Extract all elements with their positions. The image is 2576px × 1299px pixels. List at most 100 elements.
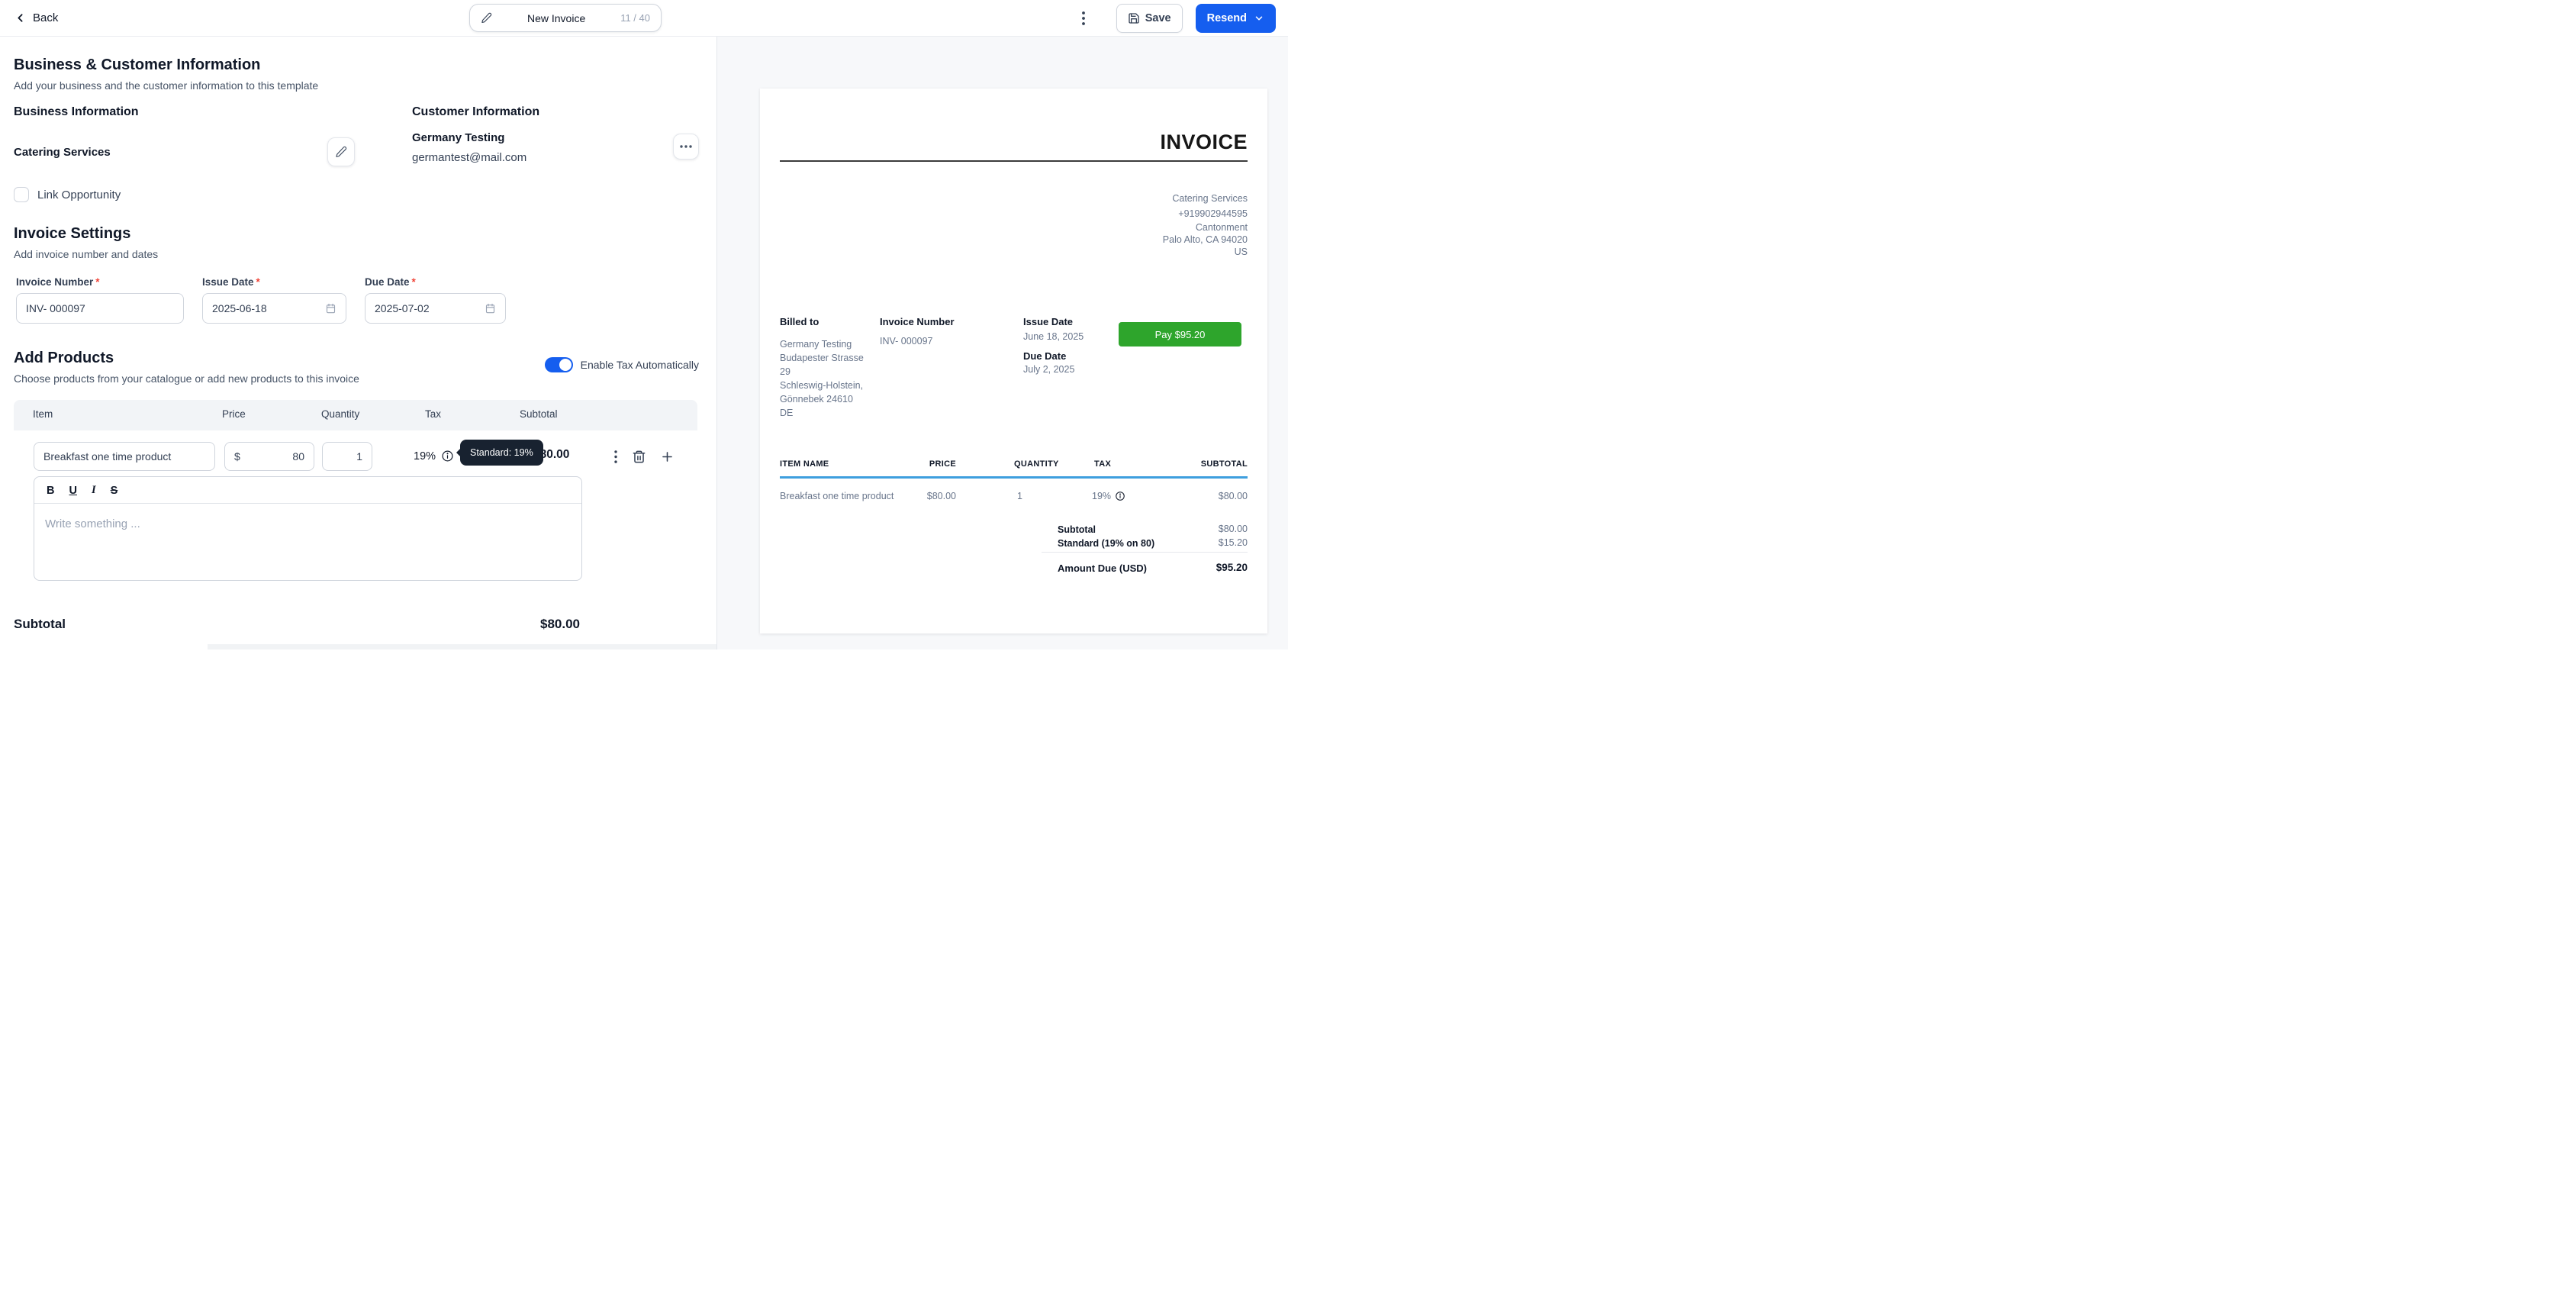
required-marker: *: [95, 276, 99, 288]
currency-prefix: $: [234, 450, 240, 463]
tax-tooltip: Standard: 19%: [460, 440, 543, 466]
link-opportunity-checkbox[interactable]: [14, 187, 29, 202]
add-row-button[interactable]: [657, 446, 677, 467]
italic-icon[interactable]: I: [92, 484, 96, 497]
products-table: Item Price Quantity Tax Subtotal $: [14, 400, 697, 593]
column-header-item: Item: [33, 408, 53, 420]
tax-cell: 19%: [414, 450, 454, 463]
back-button[interactable]: Back: [14, 0, 58, 36]
back-label: Back: [33, 11, 58, 24]
preview-tax-value: $15.20: [1219, 537, 1248, 548]
link-opportunity-label: Link Opportunity: [37, 189, 121, 201]
horizontal-scrollbar[interactable]: [208, 644, 716, 650]
issue-date-label: Issue Date: [202, 276, 254, 288]
column-header-subtotal: Subtotal: [520, 408, 558, 420]
kebab-icon: [614, 450, 617, 463]
preview-amount-due-value: $95.20: [1216, 562, 1248, 573]
company-address-block: Catering Services +919902944595 Cantonme…: [1163, 191, 1248, 258]
delete-row-button[interactable]: [629, 446, 649, 467]
calendar-icon: [485, 302, 496, 314]
company-name: Catering Services: [1163, 191, 1248, 206]
price-input[interactable]: [240, 450, 304, 463]
products-table-header: Item Price Quantity Tax Subtotal: [14, 400, 697, 430]
kebab-icon: [1082, 11, 1085, 25]
pencil-icon: [481, 12, 492, 24]
info-icon[interactable]: [441, 450, 454, 463]
totals-divider: [1042, 552, 1248, 553]
required-marker: *: [256, 276, 260, 288]
company-country: US: [1163, 246, 1248, 258]
row-menu-button[interactable]: [607, 446, 624, 467]
enable-tax-toggle[interactable]: [545, 357, 573, 372]
invoice-document-title: INVOICE: [1160, 131, 1248, 154]
invoice-number-input[interactable]: [26, 302, 174, 314]
preview-col-tax: TAX: [1094, 459, 1111, 469]
preview-item-quantity: 1: [1017, 491, 1022, 501]
price-field[interactable]: $: [224, 442, 314, 471]
due-date-label: Due Date: [365, 276, 410, 288]
preview-amount-due-label: Amount Due (USD): [1058, 562, 1147, 574]
invoice-subtotal-row: Subtotal $80.00: [14, 617, 699, 635]
link-opportunity-row: Link Opportunity: [14, 187, 699, 202]
invoice-number-field: Invoice Number*: [16, 276, 184, 324]
info-icon: [1115, 491, 1125, 501]
trash-icon: [632, 450, 646, 464]
strikethrough-icon[interactable]: S: [111, 485, 118, 497]
invoice-title-pill[interactable]: New Invoice 11 / 40: [469, 4, 662, 32]
preview-issue-date-value: June 18, 2025: [1023, 331, 1084, 342]
chevron-left-icon: [14, 11, 27, 24]
chevron-down-icon: [1254, 13, 1264, 24]
calendar-icon: [325, 302, 336, 314]
description-textarea[interactable]: Write something ...: [34, 504, 581, 557]
bold-icon[interactable]: B: [47, 485, 54, 497]
edit-business-button[interactable]: [327, 137, 355, 166]
page-subtitle: Add your business and the customer infor…: [14, 79, 699, 92]
resend-label: Resend: [1207, 12, 1247, 24]
underline-icon[interactable]: U: [69, 485, 76, 497]
save-icon: [1128, 12, 1140, 24]
pay-button[interactable]: Pay $95.20: [1119, 322, 1241, 347]
more-options-button[interactable]: [1072, 4, 1095, 33]
pencil-icon: [335, 146, 347, 158]
invoice-editor-panel: Business & Customer Information Add your…: [0, 37, 716, 650]
required-marker: *: [412, 276, 416, 288]
customer-email: germantest@mail.com: [412, 151, 526, 164]
due-date-field: Due Date* 2025-07-02: [365, 276, 506, 324]
company-address-line2: Palo Alto, CA 94020: [1163, 234, 1248, 246]
top-bar: Back New Invoice 11 / 40 Save Rese: [0, 0, 1288, 37]
billed-to-label: Billed to: [780, 316, 819, 327]
tax-value: 19%: [414, 450, 436, 463]
preview-item-name: Breakfast one time product: [780, 491, 894, 501]
company-phone: +919902944595: [1163, 206, 1248, 221]
page-title: Business & Customer Information: [14, 56, 699, 74]
plus-icon: [660, 450, 675, 464]
company-address-line1: Cantonment: [1163, 221, 1248, 234]
preview-item-price: $80.00: [880, 491, 956, 501]
column-header-tax: Tax: [425, 408, 441, 420]
customer-name: Germany Testing: [412, 131, 526, 144]
invoice-builder-page: Back New Invoice 11 / 40 Save Rese: [0, 0, 1288, 650]
invoice-preview-panel: INVOICE Catering Services +919902944595 …: [716, 37, 1288, 650]
customer-menu-button[interactable]: [673, 134, 699, 160]
title-divider: [780, 160, 1248, 162]
issue-date-input[interactable]: 2025-06-18: [202, 293, 346, 324]
ellipsis-icon: [680, 145, 692, 148]
preview-col-subtotal: SUBTOTAL: [1164, 459, 1248, 469]
preview-due-date-label: Due Date: [1023, 350, 1066, 362]
business-customer-grid: Business Information Catering Services C…: [14, 105, 699, 166]
preview-due-date-value: July 2, 2025: [1023, 364, 1074, 375]
save-button[interactable]: Save: [1116, 4, 1183, 33]
invoice-pill-title: New Invoice: [492, 12, 620, 24]
item-name-input[interactable]: [43, 450, 205, 463]
issue-date-field: Issue Date* 2025-06-18: [202, 276, 346, 324]
invoice-settings-subtitle: Add invoice number and dates: [14, 248, 699, 260]
preview-invoice-number-value: INV- 000097: [880, 336, 933, 347]
business-name: Catering Services: [14, 146, 111, 159]
invoice-settings-heading: Invoice Settings: [14, 225, 699, 243]
table-header-rule: [780, 476, 1248, 479]
due-date-input[interactable]: 2025-07-02: [365, 293, 506, 324]
resend-button[interactable]: Resend: [1196, 4, 1276, 33]
column-header-quantity: Quantity: [321, 408, 359, 420]
preview-item-tax: 19%: [1092, 491, 1125, 501]
quantity-input[interactable]: [332, 450, 362, 463]
